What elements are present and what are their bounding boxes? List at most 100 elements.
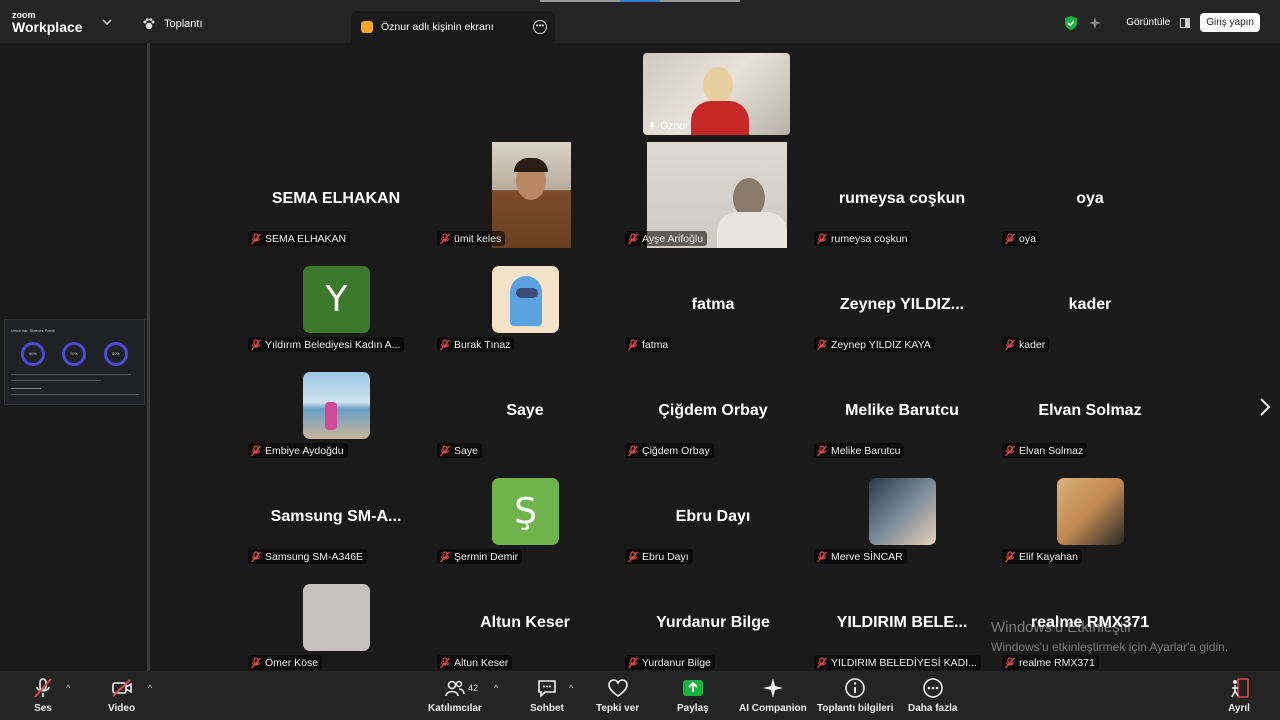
share-status-icon	[361, 21, 373, 33]
zoom-logo[interactable]: zoom Workplace	[12, 11, 83, 35]
participant-name-label: Elif Kayahan	[1002, 549, 1082, 564]
view-label[interactable]: Görüntüle	[1126, 17, 1170, 28]
participant-tile[interactable]: Burak Tınaz	[435, 249, 615, 355]
participant-display-name: Çiğdem Orbay	[658, 402, 768, 419]
participant-tile[interactable]: fatma fatma	[623, 249, 803, 355]
participants-icon	[445, 680, 465, 697]
mic-muted-icon	[440, 232, 450, 244]
participant-name-label: Samsung SM-A346E	[248, 549, 368, 564]
participant-name-label: Çiğdem Orbay	[625, 443, 714, 458]
participant-name-label: Ayşe Arifoğlu	[625, 231, 708, 246]
mic-muted-icon	[1005, 338, 1015, 350]
share-button[interactable]: Paylaş	[677, 677, 709, 714]
participant-tile[interactable]: Melike Barutcu Melike Barutcu	[812, 355, 992, 461]
screen-share-tab[interactable]: Öznur adlı kişinin ekranı •••	[351, 11, 555, 43]
shared-screen-panel: Umut Var, Sizecek Panik 60% 70% 80%	[0, 43, 150, 671]
participant-name-label: Zeynep YILDIZ KAYA	[814, 337, 935, 352]
participant-name: Elif Kayahan	[1019, 550, 1078, 563]
heart-icon	[607, 679, 628, 697]
participant-display-name: fatma	[691, 296, 735, 313]
participant-tile[interactable]: Merve SİNCAR	[812, 461, 992, 567]
mic-muted-icon	[1005, 550, 1015, 562]
video-options-icon[interactable]: ^	[148, 683, 152, 693]
participant-name-label: Melike Barutcu	[814, 443, 905, 458]
pin-icon	[649, 122, 655, 131]
participant-name: Zeynep YILDIZ KAYA	[831, 338, 931, 351]
participant-avatar: Ş	[492, 478, 559, 545]
participant-tile[interactable]: Y Yıldırım Belediyesi Kadın A...	[246, 249, 426, 355]
ai-sparkle-icon	[762, 678, 783, 698]
participant-avatar	[492, 266, 559, 333]
participant-tile[interactable]: YILDIRIM BELE... YILDIRIM BELEDİYESİ KADI…	[812, 567, 992, 673]
mic-muted-icon	[251, 656, 261, 668]
chat-icon	[538, 680, 556, 698]
participant-name: oya	[1019, 232, 1036, 245]
participant-name: Merve SİNCAR	[831, 550, 903, 563]
react-button[interactable]: Tepki ver	[596, 677, 639, 714]
video-button[interactable]: Video	[108, 677, 135, 714]
chat-options-icon[interactable]: ^	[569, 683, 573, 693]
participant-tile[interactable]: Samsung SM-A... Samsung SM-A346E	[246, 461, 426, 567]
speaker-figure	[703, 67, 733, 103]
meeting-menu[interactable]: Toplantı	[142, 17, 203, 31]
grid-view-icon[interactable]	[1180, 17, 1191, 28]
participant-tile[interactable]: Embiye Aydoğdu	[246, 355, 426, 461]
active-speaker-video[interactable]: Öznur	[643, 53, 790, 135]
participant-tile[interactable]: SEMA ELHAKAN SEMA ELHAKAN	[246, 143, 426, 249]
share-screen-icon	[682, 680, 703, 696]
participant-tile[interactable]: Zeynep YILDIZ... Zeynep YILDIZ KAYA	[812, 249, 992, 355]
participant-tile[interactable]: Çiğdem Orbay Çiğdem Orbay	[623, 355, 803, 461]
mic-muted-icon	[251, 338, 261, 350]
chat-button[interactable]: Sohbet	[530, 677, 564, 714]
mic-muted-icon	[1005, 444, 1015, 456]
login-button[interactable]: Giriş yapın	[1200, 13, 1260, 32]
leave-button[interactable]: Ayrıl	[1228, 677, 1250, 714]
participant-tile[interactable]: Yurdanur Bilge Yurdanur Bilge	[623, 567, 803, 673]
participant-name: Burak Tınaz	[454, 338, 511, 351]
thumbnail-line	[11, 394, 139, 395]
participant-tile[interactable]: oya oya	[1000, 143, 1180, 249]
thumbnail-ring: 70%	[62, 342, 86, 366]
participant-tile[interactable]: rumeysa coşkun rumeysa coşkun	[812, 143, 992, 249]
chevron-down-icon[interactable]	[101, 16, 113, 28]
progress-bar-active	[620, 0, 660, 2]
participant-avatar	[869, 478, 936, 545]
participant-name-label: Ebru Dayı	[625, 549, 693, 564]
leave-label: Ayrıl	[1228, 703, 1250, 714]
shield-check-icon[interactable]	[1064, 15, 1078, 31]
more-options-icon[interactable]: •••	[533, 20, 547, 34]
participant-tile[interactable]: Saye Saye	[435, 355, 615, 461]
participant-name: Saye	[454, 444, 478, 457]
participant-tile[interactable]: Ebru Dayı Ebru Dayı	[623, 461, 803, 567]
participants-options-icon[interactable]: ^	[494, 683, 498, 693]
video-label: Video	[108, 703, 136, 714]
mic-muted-icon	[1005, 232, 1015, 244]
participant-tile[interactable]: Ömer Köse	[246, 567, 426, 673]
participant-tile[interactable]: Altun Keser Altun Keser	[435, 567, 615, 673]
participant-name-label: Saye	[437, 443, 482, 458]
audio-options-icon[interactable]: ^	[66, 683, 70, 693]
mic-muted-icon	[440, 550, 450, 562]
more-button[interactable]: Daha fazla	[908, 677, 957, 714]
mic-muted-icon	[817, 338, 827, 350]
audio-button[interactable]: Ses	[32, 677, 54, 714]
mic-muted-icon	[817, 232, 827, 244]
participant-tile[interactable]: Elvan Solmaz Elvan Solmaz	[1000, 355, 1180, 461]
participant-tile[interactable]: ümit keles	[435, 142, 615, 249]
participant-name-label: realme RMX371	[1002, 655, 1099, 670]
participant-tile[interactable]: Ş Şermin Demir	[435, 461, 615, 567]
participant-tile[interactable]: Elif Kayahan	[1000, 461, 1180, 567]
participant-tile[interactable]: kader kader	[1000, 249, 1180, 355]
mic-muted-icon	[251, 444, 261, 456]
ai-companion-button[interactable]: AI Companion	[739, 677, 807, 714]
participant-tile[interactable]: Ayşe Arifoğlu	[623, 142, 803, 249]
sparkle-icon[interactable]	[1088, 16, 1102, 30]
mic-muted-icon	[817, 656, 827, 668]
shared-screen-thumbnail[interactable]: Umut Var, Sizecek Panik 60% 70% 80%	[4, 319, 145, 405]
participant-display-name: YILDIRIM BELE...	[836, 614, 968, 631]
brand-name: Workplace	[12, 19, 83, 35]
next-page-icon[interactable]	[1258, 396, 1272, 418]
video-off-icon	[111, 679, 132, 697]
more-label: Daha fazla	[908, 703, 958, 714]
meeting-info-button[interactable]: Toplantı bilgileri	[817, 677, 893, 714]
